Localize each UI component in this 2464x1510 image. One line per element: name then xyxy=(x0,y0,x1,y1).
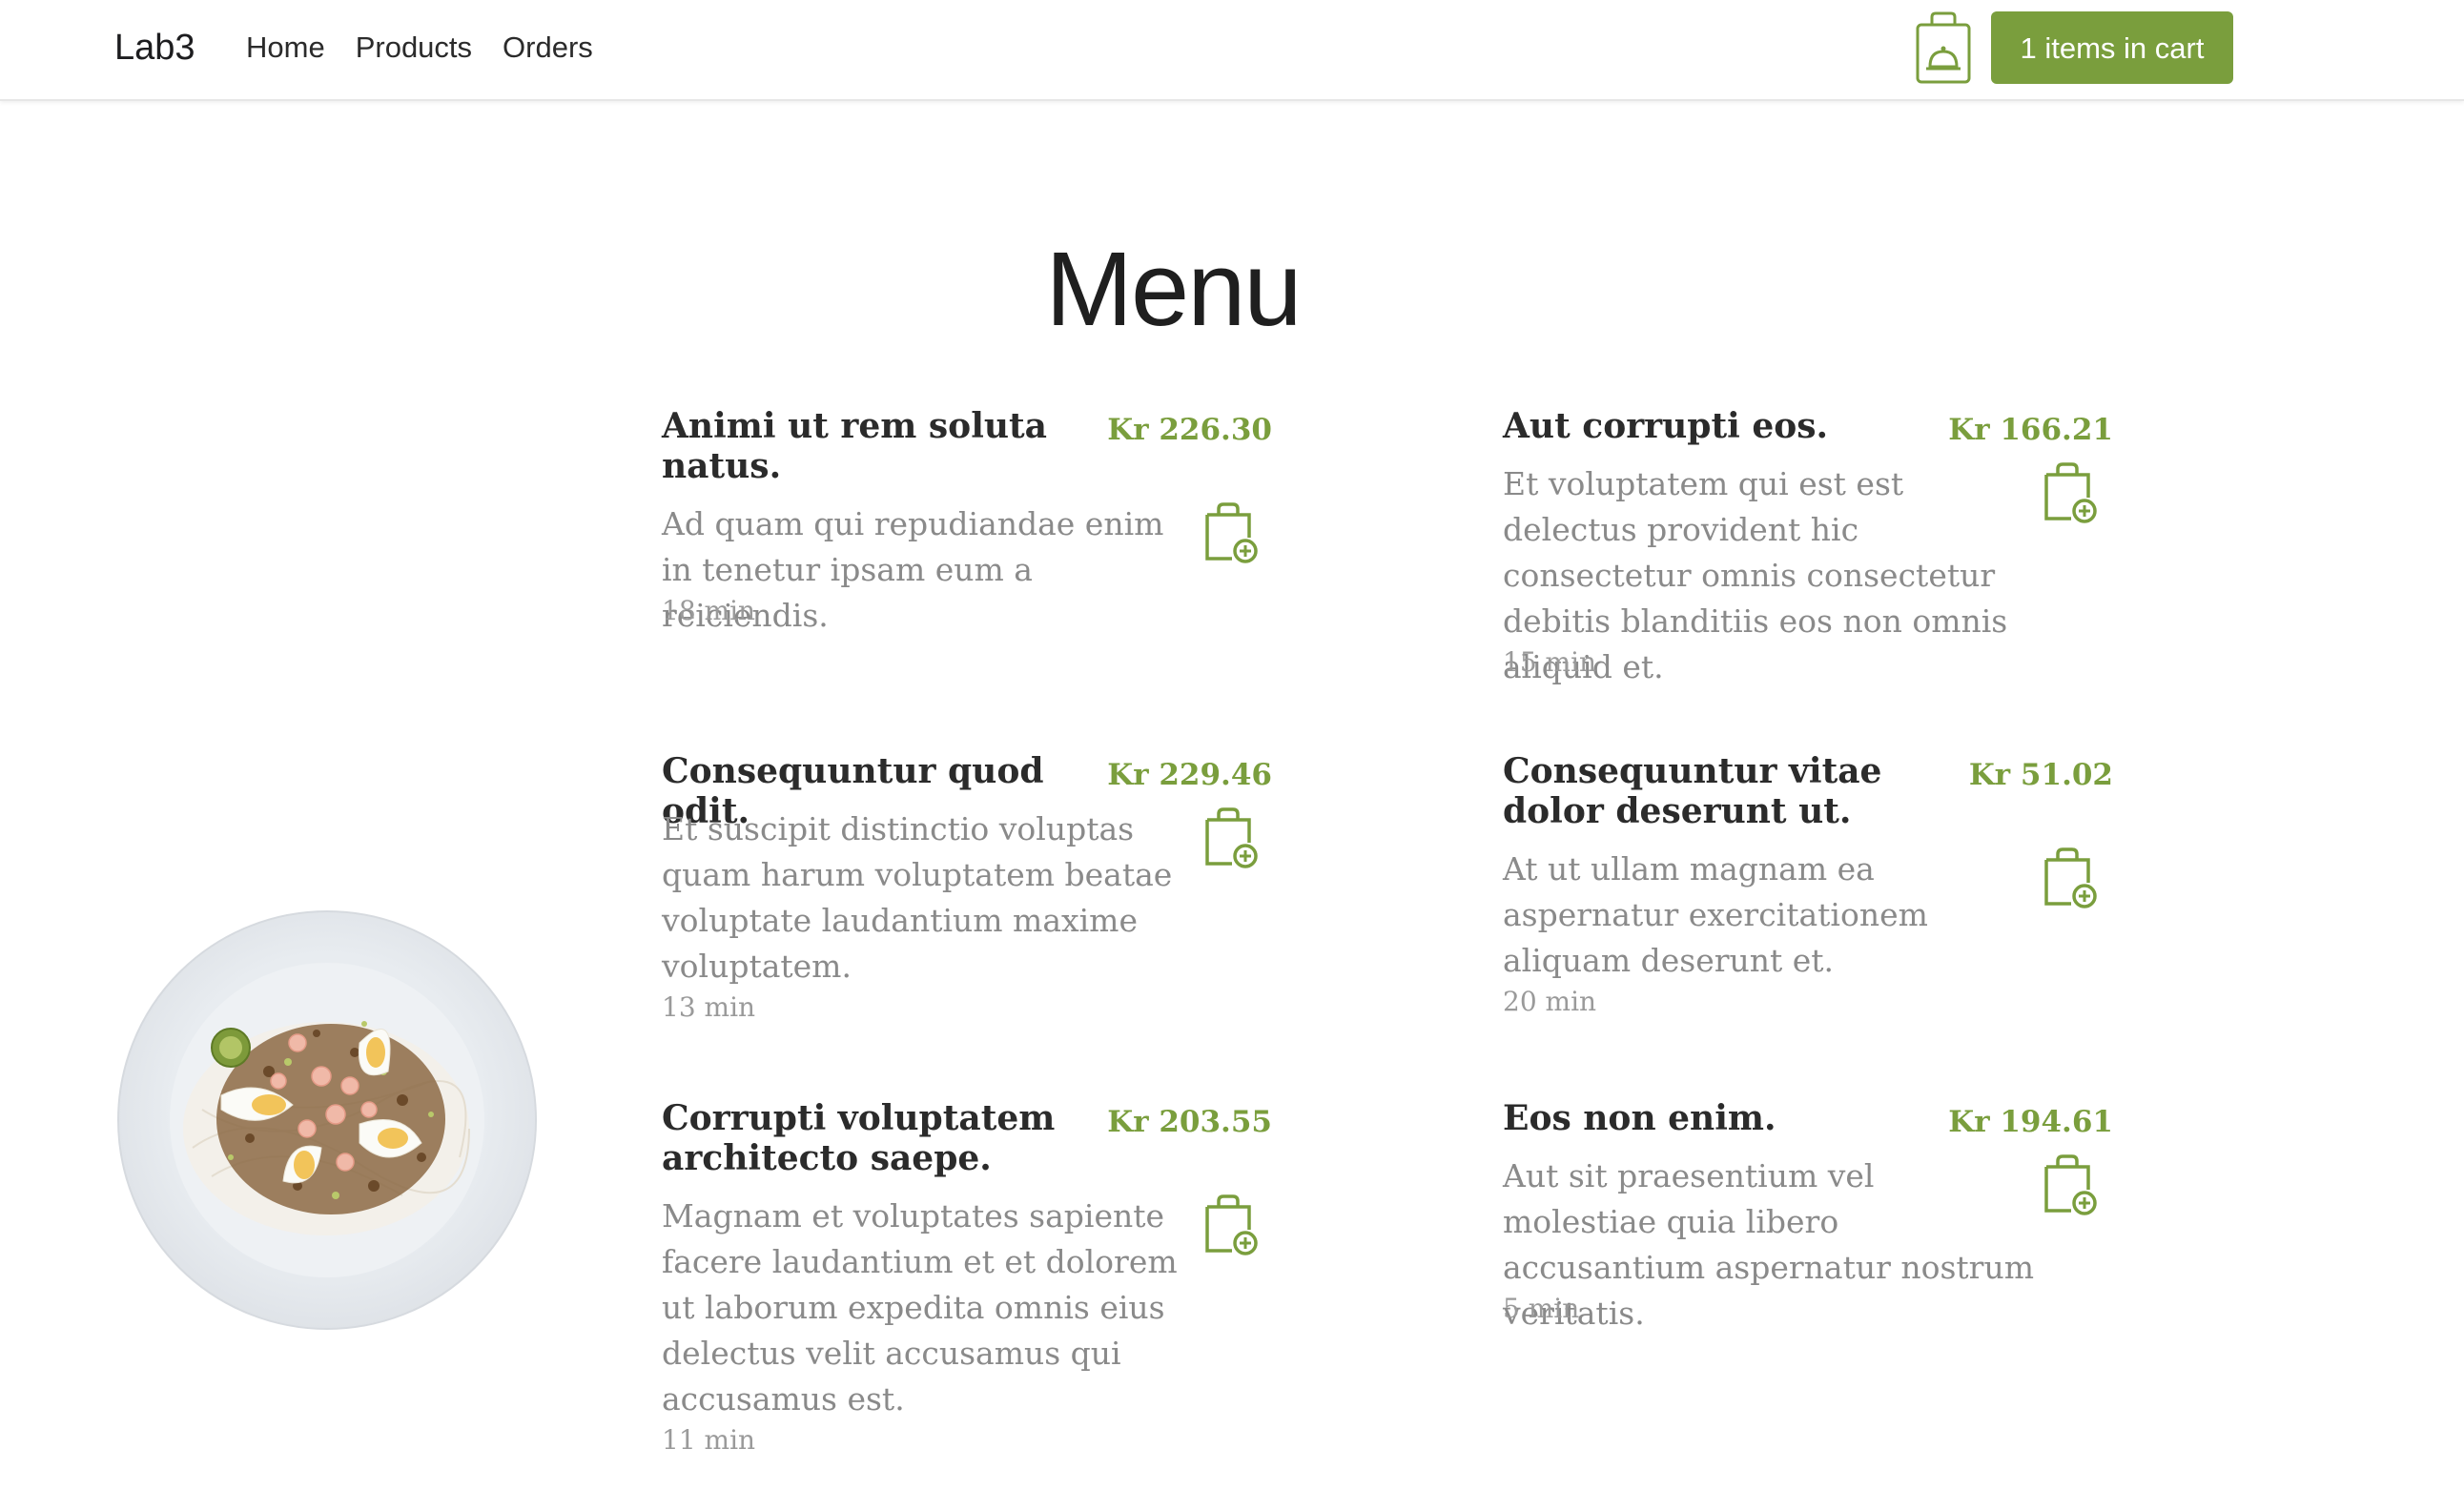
nav-link-products[interactable]: Products xyxy=(356,21,472,74)
menu-item-price: Kr 203.55 xyxy=(1107,1105,1272,1139)
menu-item: Consequuntur vitae dolor deserunt ut. Kr… xyxy=(1503,751,2113,1028)
page-title: Menu xyxy=(1045,231,1302,348)
menu-item-name: Eos non enim. xyxy=(1503,1098,1776,1138)
bag-plus-icon xyxy=(1205,1194,1258,1255)
menu-item-description: Aut sit praesentium vel molestiae quia l… xyxy=(1503,1157,2034,1332)
bag-plus-icon xyxy=(2044,462,2097,523)
nav-links: Home Products Orders xyxy=(246,21,593,74)
add-to-cart-button[interactable] xyxy=(2043,461,2098,524)
menu-item-name: Consequuntur vitae dolor deserunt ut. xyxy=(1503,751,1882,831)
navbar: Lab3 Home Products Orders 1 items in car… xyxy=(0,0,2464,101)
nav-link-orders[interactable]: Orders xyxy=(503,21,593,74)
menu-item-time: 13 min xyxy=(662,991,756,1023)
bag-plus-icon xyxy=(2044,1154,2097,1215)
add-to-cart-button[interactable] xyxy=(1203,806,1259,869)
menu-item-time: 11 min xyxy=(662,1424,756,1456)
add-to-cart-button[interactable] xyxy=(1203,501,1259,564)
menu-item-price: Kr 51.02 xyxy=(1968,758,2113,792)
shopping-bag-cloche-icon[interactable] xyxy=(1915,11,1972,86)
menu-item-time: 18 min xyxy=(662,595,756,626)
menu-item: Consequuntur quod odit. Kr 229.46 Et sus… xyxy=(662,751,1272,1028)
menu-item-time: 15 min xyxy=(1503,646,1597,678)
menu-item-price: Kr 166.21 xyxy=(1948,413,2113,447)
menu-item-name: Animi ut rem soluta natus. xyxy=(662,406,1047,486)
menu-item-description: Magnam et voluptates sapiente facere lau… xyxy=(662,1197,1178,1418)
menu-item: Corrupti voluptatem architecto saepe. Kr… xyxy=(662,1098,1272,1460)
menu-item-time: 20 min xyxy=(1503,986,1597,1017)
add-to-cart-button[interactable] xyxy=(2043,847,2098,909)
menu-item-time: 5 min xyxy=(1503,1293,1580,1324)
menu-item-price: Kr 226.30 xyxy=(1107,413,1272,447)
menu-item-name: Aut corrupti eos. xyxy=(1503,406,1829,446)
menu-item: Animi ut rem soluta natus. Kr 226.30 Ad … xyxy=(662,406,1272,635)
cart-button[interactable]: 1 items in cart xyxy=(1991,11,2233,84)
menu-item-price: Kr 229.46 xyxy=(1107,758,1272,792)
menu-item: Aut corrupti eos. Kr 166.21 Et voluptate… xyxy=(1503,406,2113,685)
bag-plus-icon xyxy=(1205,502,1258,563)
add-to-cart-button[interactable] xyxy=(2043,1153,2098,1216)
brand-logo[interactable]: Lab3 xyxy=(114,21,195,74)
menu-item-description: Et suscipit distinctio voluptas quam har… xyxy=(662,810,1173,985)
menu-item-price: Kr 194.61 xyxy=(1948,1105,2113,1139)
menu-item: Eos non enim. Kr 194.61 Aut sit praesent… xyxy=(1503,1098,2113,1332)
food-plate-image xyxy=(117,910,537,1330)
menu-item-name: Corrupti voluptatem architecto saepe. xyxy=(662,1098,1056,1178)
bag-plus-icon xyxy=(2044,847,2097,908)
menu-item-description: At ut ullam magnam ea aspernatur exercit… xyxy=(1503,850,1928,979)
nav-link-home[interactable]: Home xyxy=(246,21,325,74)
add-to-cart-button[interactable] xyxy=(1203,1194,1259,1256)
bag-plus-icon xyxy=(1205,807,1258,868)
